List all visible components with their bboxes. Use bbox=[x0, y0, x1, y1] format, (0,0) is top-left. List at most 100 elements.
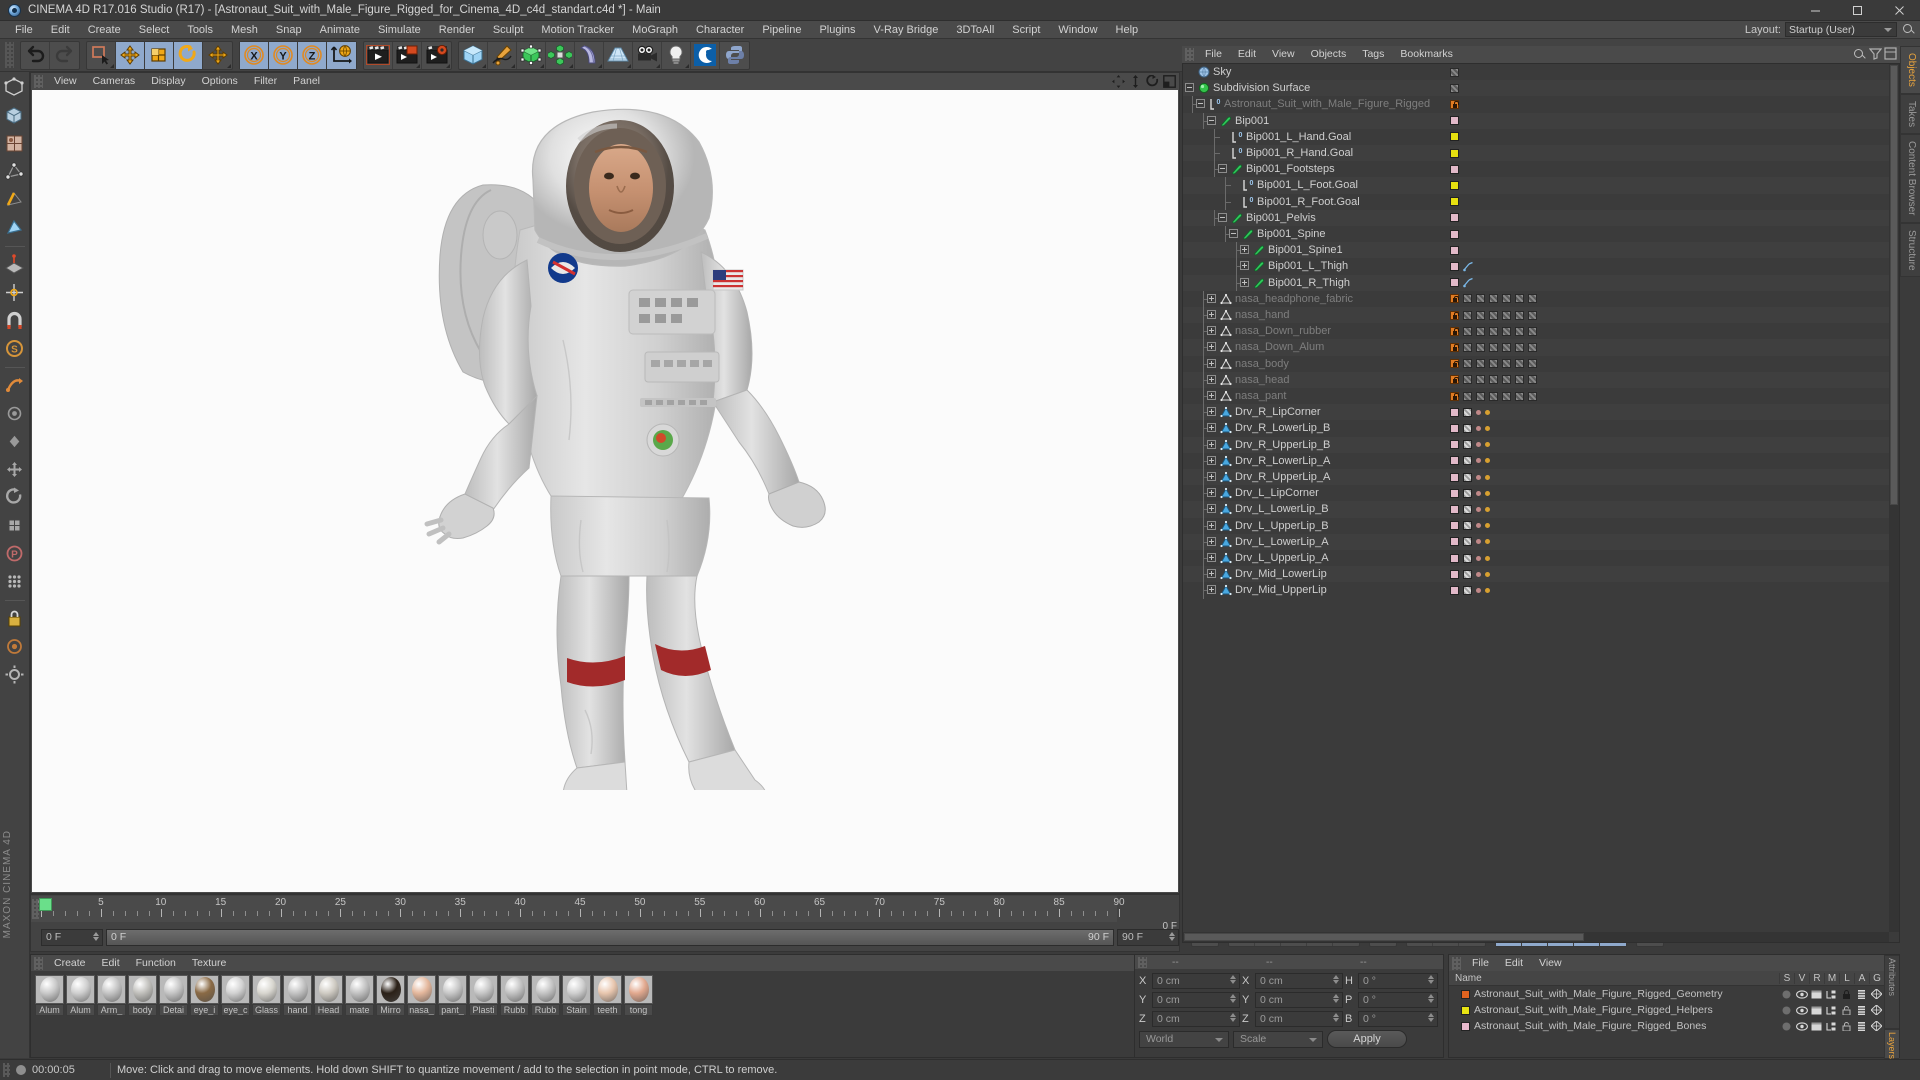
object-row[interactable]: Drv_L_LowerLip_A bbox=[1183, 533, 1446, 550]
stepper-icon[interactable] bbox=[1230, 974, 1236, 984]
material-tag-icon[interactable] bbox=[1489, 310, 1498, 320]
object-tag-row[interactable] bbox=[1446, 80, 1889, 97]
object-manager-vertical-scrollbar[interactable] bbox=[1889, 64, 1899, 932]
viewport-menu-cameras[interactable]: Cameras bbox=[85, 73, 144, 90]
layer-tag-icon[interactable] bbox=[1450, 569, 1459, 579]
tree-toggle-collapse-icon[interactable] bbox=[1185, 83, 1194, 93]
rotate-tool-button[interactable] bbox=[174, 41, 203, 69]
menu-script[interactable]: Script bbox=[1003, 21, 1049, 39]
tree-toggle-collapse-icon[interactable] bbox=[1196, 99, 1205, 109]
status-bar-grip[interactable] bbox=[3, 1063, 10, 1077]
material-tag-icon[interactable] bbox=[1502, 310, 1511, 320]
tab-content-browser[interactable]: Content Browser bbox=[1900, 134, 1920, 223]
object-tag-row[interactable] bbox=[1446, 209, 1889, 226]
object-tree[interactable]: Sky Subdivision Surface 0 Astronaut_Suit_wi… bbox=[1183, 64, 1446, 942]
material-tag-icon[interactable] bbox=[1528, 359, 1537, 369]
material-tag-icon[interactable] bbox=[1489, 294, 1498, 304]
material-tag-icon[interactable] bbox=[1476, 310, 1485, 320]
menu-mograph[interactable]: MoGraph bbox=[623, 21, 687, 39]
viewport-menu-panel[interactable]: Panel bbox=[285, 73, 328, 90]
object-row[interactable]: Bip001_Pelvis bbox=[1183, 209, 1446, 226]
material-preview[interactable] bbox=[128, 975, 157, 1004]
object-row[interactable]: Bip001_Spine bbox=[1183, 226, 1446, 243]
material-tag-icon[interactable] bbox=[1489, 359, 1498, 369]
material-item[interactable]: Plasti bbox=[469, 975, 498, 1016]
menu-window[interactable]: Window bbox=[1049, 21, 1106, 39]
layer-visible-toggle[interactable] bbox=[1794, 989, 1809, 999]
material-item[interactable]: Arm_ bbox=[97, 975, 126, 1016]
layer-tag-icon[interactable] bbox=[1450, 537, 1459, 547]
object-row[interactable]: nasa_Down_Alum bbox=[1183, 339, 1446, 356]
position-z-field[interactable]: 0 cm bbox=[1152, 1010, 1240, 1027]
material-item[interactable]: nasa_ bbox=[407, 975, 436, 1016]
display-tag-icon[interactable] bbox=[1450, 83, 1459, 93]
tree-toggle-expand-icon[interactable] bbox=[1207, 585, 1216, 595]
lock-tag-icon[interactable] bbox=[1450, 391, 1459, 401]
layer-tag-icon[interactable] bbox=[1450, 488, 1459, 498]
render-to-picture-viewer-button[interactable] bbox=[393, 41, 422, 69]
material-preview[interactable] bbox=[345, 975, 374, 1004]
toolbar-grip[interactable] bbox=[5, 42, 14, 68]
lock-tag-icon[interactable] bbox=[1450, 375, 1459, 385]
material-preview[interactable] bbox=[190, 975, 219, 1004]
material-tag-icon[interactable] bbox=[1528, 342, 1537, 352]
menu-file[interactable]: File bbox=[6, 21, 42, 39]
object-row[interactable]: nasa_hand bbox=[1183, 307, 1446, 324]
rotation-b-field[interactable]: 0 ° bbox=[1358, 1010, 1438, 1027]
layer-lock-toggle[interactable] bbox=[1839, 1021, 1854, 1031]
object-tag-row[interactable] bbox=[1446, 453, 1889, 469]
material-tag-icon[interactable] bbox=[1528, 310, 1537, 320]
stepper-icon[interactable] bbox=[1333, 1012, 1339, 1022]
render-view-button[interactable] bbox=[364, 41, 393, 69]
python-button[interactable] bbox=[720, 42, 749, 69]
layer-tag-icon[interactable] bbox=[1450, 213, 1459, 223]
tree-toggle-expand-icon[interactable] bbox=[1207, 326, 1216, 336]
material-item[interactable]: body bbox=[128, 975, 157, 1016]
layer-tag-icon[interactable] bbox=[1450, 472, 1459, 482]
layer-solo-toggle[interactable] bbox=[1779, 990, 1794, 999]
viewport-menu-view[interactable]: View bbox=[46, 73, 85, 90]
layer-manager-toggle[interactable] bbox=[1824, 1022, 1839, 1031]
material-preview[interactable] bbox=[35, 975, 64, 1004]
layer-tag-icon[interactable] bbox=[1450, 229, 1459, 239]
constraint-tag-icon[interactable] bbox=[1476, 506, 1481, 512]
material-tag-icon[interactable] bbox=[1476, 391, 1485, 401]
size-x-field[interactable]: 0 cm bbox=[1255, 972, 1343, 989]
tree-toggle-collapse-icon[interactable] bbox=[1207, 115, 1216, 125]
add-cube-button[interactable] bbox=[459, 41, 488, 69]
material-tag-icon[interactable] bbox=[1502, 294, 1511, 304]
tab-takes[interactable]: Takes bbox=[1900, 93, 1920, 135]
material-item[interactable]: Alum bbox=[66, 975, 95, 1016]
layer-tag-icon[interactable] bbox=[1450, 585, 1459, 595]
material-item[interactable]: Stain bbox=[562, 975, 591, 1016]
object-manager-horizontal-scrollbar[interactable] bbox=[1183, 932, 1889, 942]
viewport-solo-button[interactable]: S bbox=[1, 335, 28, 362]
xpresso-tag-icon[interactable] bbox=[1463, 423, 1472, 433]
material-tag-icon[interactable] bbox=[1476, 359, 1485, 369]
material-tag-icon[interactable] bbox=[1476, 294, 1485, 304]
lock-tag-icon[interactable] bbox=[1450, 294, 1459, 304]
menu-render[interactable]: Render bbox=[430, 21, 484, 39]
material-item[interactable]: eye_i bbox=[190, 975, 219, 1016]
coordinates-grip[interactable] bbox=[1138, 956, 1147, 968]
object-tag-row[interactable] bbox=[1446, 161, 1889, 177]
make-editable-button[interactable] bbox=[1, 74, 28, 101]
position-x-field[interactable]: 0 cm bbox=[1152, 972, 1240, 989]
timeline-start-frame-field[interactable]: 0 F bbox=[41, 928, 103, 946]
material-item[interactable]: hand bbox=[283, 975, 312, 1016]
tree-toggle-collapse-icon[interactable] bbox=[1229, 229, 1238, 238]
add-scene-object-button[interactable] bbox=[604, 41, 633, 69]
material-tag-icon[interactable] bbox=[1502, 342, 1511, 352]
object-row[interactable]: nasa_headphone_fabric bbox=[1183, 290, 1446, 307]
tree-toggle-expand-icon[interactable] bbox=[1207, 293, 1216, 303]
mm-menu-function[interactable]: Function bbox=[128, 955, 184, 971]
minimize-button[interactable] bbox=[1794, 0, 1836, 21]
live-selection-button[interactable] bbox=[87, 41, 116, 69]
layer-render-toggle[interactable] bbox=[1809, 1006, 1824, 1015]
layer-tag-icon[interactable] bbox=[1450, 504, 1459, 514]
material-tag-icon[interactable] bbox=[1502, 375, 1511, 385]
tab-objects[interactable]: Objects bbox=[1900, 46, 1920, 94]
object-tag-row[interactable] bbox=[1446, 436, 1889, 453]
material-tag-icon[interactable] bbox=[1463, 391, 1472, 401]
material-tag-icon[interactable] bbox=[1463, 359, 1472, 369]
